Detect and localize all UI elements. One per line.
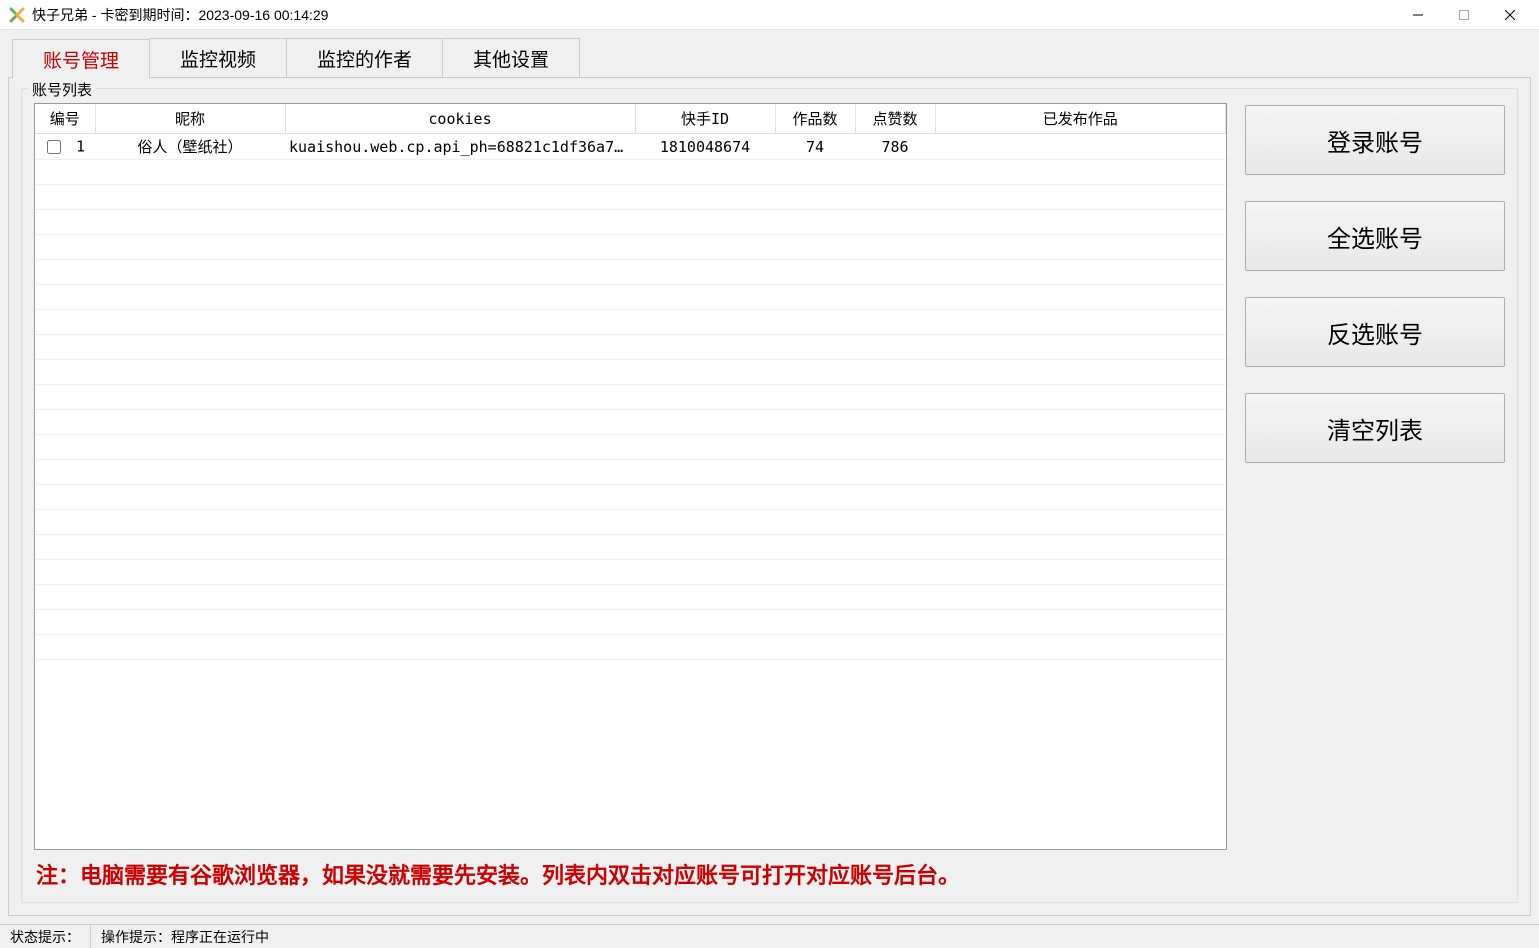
table-row[interactable]	[35, 285, 1226, 310]
cell-works: 74	[775, 134, 855, 160]
table-row[interactable]	[35, 385, 1226, 410]
maximize-button[interactable]	[1441, 0, 1487, 30]
table-row[interactable]	[35, 185, 1226, 210]
table-row[interactable]	[35, 535, 1226, 560]
col-cookies[interactable]: cookies	[285, 104, 635, 134]
close-button[interactable]	[1487, 0, 1533, 30]
tab-monitor-video[interactable]: 监控视频	[149, 38, 287, 78]
table-row[interactable]	[35, 485, 1226, 510]
col-ksid[interactable]: 快手ID	[635, 104, 775, 134]
table-row[interactable]	[35, 360, 1226, 385]
tab-label: 账号管理	[43, 46, 119, 73]
col-nickname[interactable]: 昵称	[95, 104, 285, 134]
table-row[interactable]: 1 俗人（壁纸社） kuaishou.web.cp.api_ph=68821c1…	[35, 134, 1226, 160]
note-text: 注：电脑需要有谷歌浏览器，如果没就需要先安装。列表内双击对应账号可打开对应账号后…	[34, 850, 1505, 890]
table-row[interactable]	[35, 410, 1226, 435]
table-row[interactable]	[35, 560, 1226, 585]
clear-list-button[interactable]: 清空列表	[1245, 393, 1505, 463]
col-works[interactable]: 作品数	[775, 104, 855, 134]
tab-label: 监控视频	[180, 45, 256, 72]
table-row[interactable]	[35, 510, 1226, 535]
table-row[interactable]	[35, 235, 1226, 260]
table-row[interactable]	[35, 585, 1226, 610]
col-id[interactable]: 编号	[35, 104, 95, 134]
cell-id[interactable]: 1	[35, 134, 95, 160]
statusbar: 状态提示： 操作提示：程序正在运行中	[0, 924, 1539, 948]
table-row[interactable]	[35, 335, 1226, 360]
tab-label: 监控的作者	[317, 45, 412, 72]
select-all-button[interactable]: 全选账号	[1245, 201, 1505, 271]
window-controls	[1395, 0, 1533, 30]
fieldset-label: 账号列表	[28, 79, 96, 100]
tab-other-settings[interactable]: 其他设置	[442, 38, 580, 78]
table-row[interactable]	[35, 160, 1226, 185]
minimize-button[interactable]	[1395, 0, 1441, 30]
app-body: 账号管理 监控视频 监控的作者 其他设置 账号列表 编号 昵称	[0, 30, 1539, 924]
tabstrip: 账号管理 监控视频 监控的作者 其他设置	[12, 38, 1531, 78]
tab-label: 其他设置	[473, 45, 549, 72]
table-row[interactable]	[35, 210, 1226, 235]
col-likes[interactable]: 点赞数	[855, 104, 935, 134]
account-table[interactable]: 编号 昵称 cookies 快手ID 作品数 点赞数 已发布作品	[34, 103, 1227, 850]
window-title: 快子兄弟 - 卡密到期时间：2023-09-16 00:14:29	[32, 5, 328, 25]
table-header-row: 编号 昵称 cookies 快手ID 作品数 点赞数 已发布作品	[35, 104, 1226, 134]
invert-selection-button[interactable]: 反选账号	[1245, 297, 1505, 367]
status-label: 状态提示：	[0, 925, 91, 948]
login-account-button[interactable]: 登录账号	[1245, 105, 1505, 175]
content-row: 编号 昵称 cookies 快手ID 作品数 点赞数 已发布作品	[34, 103, 1505, 850]
cell-nickname: 俗人（壁纸社）	[95, 134, 285, 160]
tab-account-management[interactable]: 账号管理	[12, 39, 150, 79]
tab-monitor-author[interactable]: 监控的作者	[286, 38, 443, 78]
table-row[interactable]	[35, 610, 1226, 635]
cell-published	[935, 134, 1226, 160]
account-list-fieldset: 账号列表 编号 昵称 cookies 快手ID	[21, 88, 1518, 903]
cell-likes: 786	[855, 134, 935, 160]
table-row[interactable]	[35, 435, 1226, 460]
status-hint: 操作提示：程序正在运行中	[91, 925, 279, 948]
table-row[interactable]	[35, 460, 1226, 485]
tab-panel: 账号列表 编号 昵称 cookies 快手ID	[8, 77, 1531, 916]
table-row[interactable]	[35, 310, 1226, 335]
row-checkbox[interactable]	[47, 140, 61, 154]
side-buttons: 登录账号 全选账号 反选账号 清空列表	[1245, 103, 1505, 850]
cell-cookies: kuaishou.web.cp.api_ph=68821c1df36a7d7..…	[285, 134, 635, 160]
table-row[interactable]	[35, 260, 1226, 285]
app-icon	[8, 6, 26, 24]
titlebar: 快子兄弟 - 卡密到期时间：2023-09-16 00:14:29	[0, 0, 1539, 30]
table-row[interactable]	[35, 635, 1226, 660]
cell-ksid: 1810048674	[635, 134, 775, 160]
col-published[interactable]: 已发布作品	[935, 104, 1226, 134]
cell-id-text: 1	[76, 137, 85, 155]
